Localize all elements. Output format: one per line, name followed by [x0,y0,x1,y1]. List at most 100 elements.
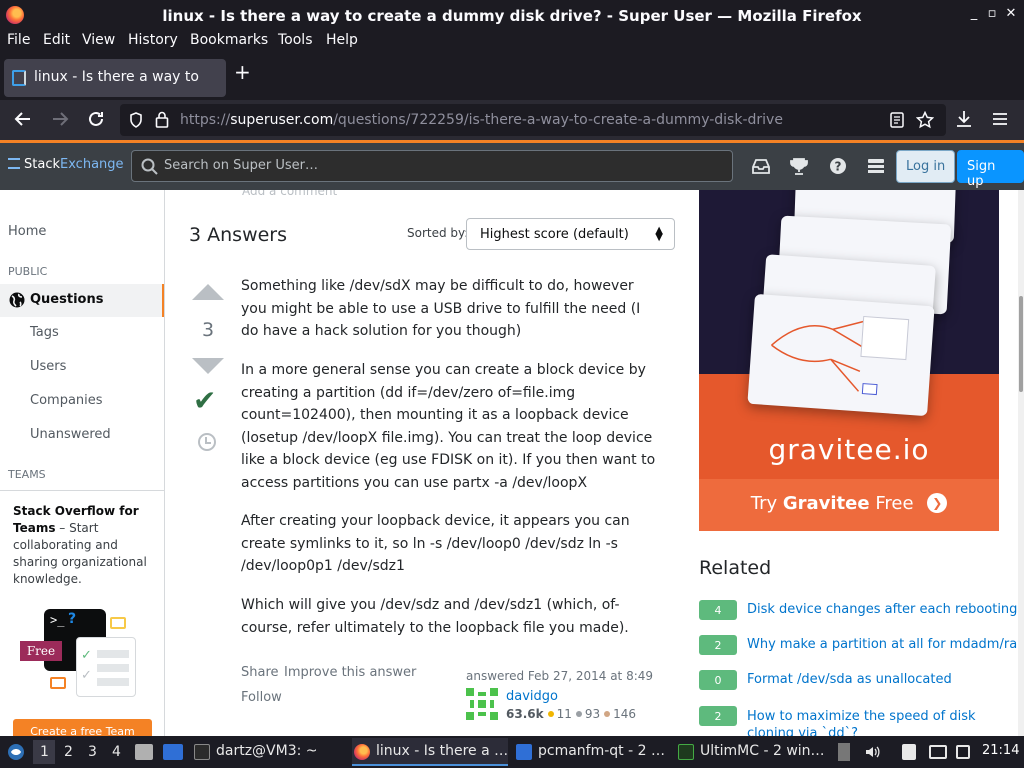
tab-active[interactable]: linux - Is there a way to c [4,59,226,97]
lock-icon[interactable] [155,111,169,128]
search-placeholder: Search on Super User… [164,158,318,173]
superuser-favicon-icon [12,70,26,86]
app-menu-button[interactable] [991,110,1009,132]
sort-select-value: Highest score (default) [480,227,629,242]
nav-users[interactable]: Users [30,359,66,374]
signup-button[interactable]: Sign up [957,150,1024,189]
workspace-2[interactable]: 2 [64,744,73,760]
related-link[interactable]: Disk device changes after each rebooting [747,602,1017,617]
url-bar[interactable]: https://superuser.com/questions/722259/i… [120,104,946,136]
answers-heading: 3 Answers [189,224,288,246]
chat-bubble-icon [50,677,66,689]
teams-promo: Stack Overflow for Teams – Start collabo… [0,490,164,736]
workspace-3[interactable]: 3 [88,744,97,760]
page-scrollbar[interactable] [1018,190,1024,736]
site-switcher-icon[interactable] [867,158,885,175]
reader-view-icon[interactable] [890,112,904,128]
file-manager-launcher-icon[interactable] [163,744,183,760]
stackexchange-icon [8,158,20,169]
url-text[interactable]: https://superuser.com/questions/722259/i… [180,112,783,128]
folder-icon [516,744,532,760]
notes-tray-icon[interactable] [902,744,916,760]
network-tray-icon[interactable] [956,745,970,759]
forward-button[interactable] [51,110,69,132]
nav-questions[interactable]: Questions [0,284,164,317]
taskbar-item-ultimmc[interactable]: UltimMC - 2 win… [676,738,826,766]
nav-tags[interactable]: Tags [30,325,59,340]
inbox-icon[interactable] [751,158,771,175]
achievements-trophy-icon[interactable] [790,157,808,176]
add-comment-link[interactable]: Add a comment [242,190,337,198]
workspace-4[interactable]: 4 [112,744,121,760]
avatar[interactable] [466,688,498,720]
related-score: 0 [699,670,737,690]
improve-answer-link[interactable]: Improve this answer [284,665,416,680]
share-link[interactable]: Share [241,665,279,680]
minimize-button[interactable]: _ [966,6,982,22]
taskbar-item-pcmanfm[interactable]: pcmanfm-qt - 2 … [514,738,666,766]
help-icon[interactable]: ? [829,157,847,175]
advertisement[interactable]: gravitee.io Try Gravitee Free ❯ [699,190,999,531]
sort-select[interactable]: Highest score (default) ▲ ▼ [466,218,675,250]
reload-button[interactable] [87,110,105,132]
nav-unanswered[interactable]: Unanswered [30,427,111,442]
menu-bar: File Edit View History Bookmarks Tools H… [0,30,1024,52]
login-button[interactable]: Log in [896,150,956,183]
answer-author-reputation: 63.6k 11 93 146 [506,707,637,721]
follow-link[interactable]: Follow [241,690,282,705]
select-arrows-icon: ▲ ▼ [655,225,663,243]
workspace-1[interactable]: 1 [40,744,49,760]
ultimmc-icon [678,744,694,760]
show-desktop-icon[interactable] [135,744,153,760]
ad-diagram-card [747,293,935,417]
downloads-button[interactable] [955,110,973,132]
back-button[interactable] [14,110,32,132]
downvote-button[interactable] [192,358,224,374]
globe-icon [9,292,25,308]
vote-count: 3 [201,319,215,341]
new-tab-button[interactable]: + [234,60,251,84]
close-button[interactable]: ✕ [1003,6,1019,22]
shield-icon[interactable] [129,112,143,128]
window-title: linux - Is there a way to create a dummy… [162,7,862,25]
forward-arrow-icon [53,112,69,126]
scrollbar-thumb[interactable] [1019,296,1023,392]
taskbar-item-terminal[interactable]: dartz@VM3: ~ [192,738,342,766]
answer-paragraph: Which will give you /dev/sdz and /dev/sd… [241,597,629,636]
history-icon[interactable] [198,433,216,451]
menu-help[interactable]: Help [326,32,358,48]
answer-paragraph: After creating your loopback device, it … [241,513,630,575]
start-menu-icon[interactable] [6,743,26,761]
chevron-right-icon: ❯ [927,493,948,513]
menu-file[interactable]: File [7,32,30,48]
answer-paragraph: In a more general sense you can create a… [241,362,656,491]
menu-edit[interactable]: Edit [43,32,70,48]
nav-companies[interactable]: Companies [30,393,103,408]
svg-text:?: ? [835,160,842,174]
taskbar-item-firefox[interactable]: linux - Is there a … [352,738,508,766]
display-tray-icon[interactable] [929,745,947,759]
site-search-input[interactable]: Search on Super User… [131,150,733,182]
chat-bubble-icon [110,617,126,629]
taskbar-clock[interactable]: 21:14 [982,743,1019,758]
ad-cta-button[interactable]: Try Gravitee Free ❯ [699,479,999,531]
related-link[interactable]: How to maximize the speed of disk clonin… [747,708,1002,736]
reload-icon [89,111,103,126]
related-link[interactable]: Why make a partition at all for mdadm/ra… [747,637,1024,652]
answer-author-name[interactable]: davidgo [506,689,558,704]
navigation-bar: https://superuser.com/questions/722259/i… [0,100,1024,140]
maximize-button[interactable]: ▫ [984,6,1000,22]
menu-history[interactable]: History [128,32,178,48]
menu-tools[interactable]: Tools [278,32,313,48]
volume-icon[interactable] [864,744,880,760]
menu-view[interactable]: View [82,32,115,48]
upvote-button[interactable] [192,284,224,300]
bookmark-star-icon[interactable] [916,111,934,129]
clipboard-tray-icon[interactable] [838,743,850,761]
create-team-button[interactable]: Create a free Team [13,719,152,736]
stackexchange-logo[interactable]: StackExchange [8,157,124,172]
menu-bookmarks[interactable]: Bookmarks [190,32,268,48]
nav-home[interactable]: Home [8,224,46,239]
related-link[interactable]: Format /dev/sda as unallocated [747,672,952,687]
sort-label: Sorted by: [407,226,469,240]
